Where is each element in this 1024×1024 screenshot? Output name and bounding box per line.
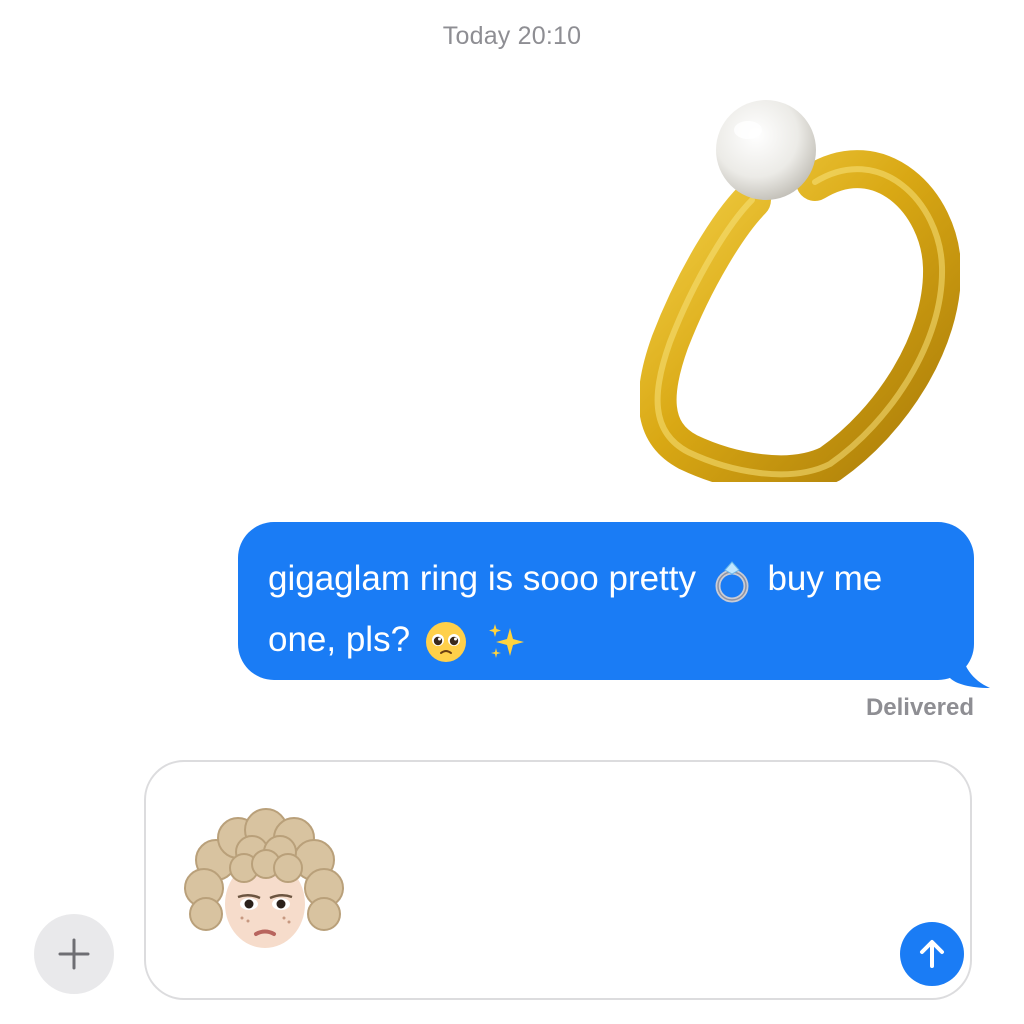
gold-pearl-ring-photo xyxy=(638,100,962,494)
plus-icon xyxy=(58,938,90,970)
outgoing-message-bubble[interactable]: gigaglam ring is sooo pretty buy me one,… xyxy=(238,522,990,688)
conversation-timestamp: Today 20:10 xyxy=(442,22,582,50)
message-text: gigaglam ring is sooo pretty buy me one,… xyxy=(268,548,958,670)
ring-icon xyxy=(715,560,749,603)
delivery-status: Delivered xyxy=(865,694,974,721)
send-button[interactable] xyxy=(900,922,964,986)
arrow-up-icon xyxy=(920,940,944,968)
pleading-face-icon xyxy=(425,621,466,662)
memoji-sticker[interactable] xyxy=(176,808,352,958)
message-text-part1: gigaglam ring is sooo pretty xyxy=(268,559,696,598)
message-composer[interactable] xyxy=(144,760,972,1000)
add-attachment-button[interactable] xyxy=(34,914,114,994)
sparkles-icon xyxy=(488,623,524,658)
ring-image-message[interactable] xyxy=(638,92,962,494)
